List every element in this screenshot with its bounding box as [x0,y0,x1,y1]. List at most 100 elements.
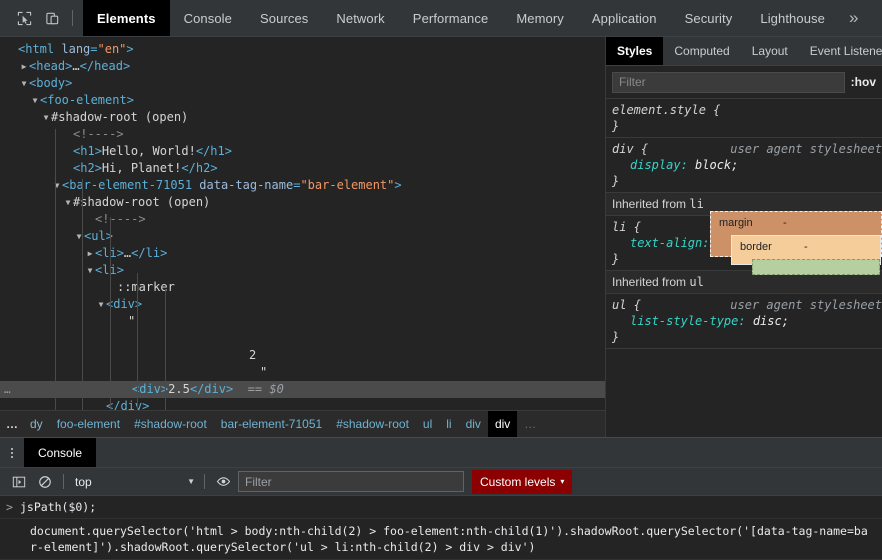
dom-tree[interactable]: < html lang = "en" > ▶ < head >… </head > ▼ < body > ▼ <… [0,37,605,410]
tab-console[interactable]: Console [170,0,246,36]
css-property-name[interactable]: display: [612,157,695,173]
dom-tree-row[interactable]: < html lang = "en" > [0,41,605,58]
breadcrumb-item--shadow-root[interactable]: #shadow-root [329,411,416,437]
tab-application[interactable]: Application [578,0,671,36]
tab-elements[interactable]: Elements [83,0,170,36]
css-rule[interactable]: user agent stylesheet ul {list-style-type… [606,294,882,349]
console-sidebar-toggle-button[interactable] [6,471,32,493]
tab-lighthouse[interactable]: Lighthouse [746,0,839,36]
css-property-name[interactable]: list-style-type: [612,313,753,329]
tab-drawer-console[interactable]: Console [24,438,97,467]
clear-console-button[interactable] [32,471,58,493]
box-model-border-value[interactable]: - [804,239,808,255]
twisty-expanded-icon[interactable]: ▼ [41,109,51,126]
execution-context-selector[interactable]: top ▼ [69,472,199,492]
console-log-levels-button[interactable]: Custom levels ▾ [472,469,573,494]
breadcrumb-item-dy[interactable]: dy [23,411,50,437]
dom-tree-row[interactable]: ▼ < bar-element-71051 data-tag-name = "bar-e… [0,177,605,194]
tab-styles[interactable]: Styles [606,37,664,65]
dom-tree-row[interactable]: " [0,313,605,330]
box-model-border[interactable]: border - [731,235,881,275]
box-model-margin-value[interactable]: - [783,215,787,231]
dom-tree-row[interactable]: ▼ #shadow-root (open) [0,109,605,126]
css-selector[interactable]: element.style { [612,103,720,117]
create-live-expression-button[interactable] [210,471,236,493]
tab-sources[interactable]: Sources [246,0,322,36]
box-model-padding[interactable] [752,259,880,275]
breadcrumb-item-li[interactable]: li [439,411,458,437]
dom-tree-row[interactable]: ▶<li>…</li> [0,245,605,262]
breadcrumb-item--shadow-root[interactable]: #shadow-root [127,411,214,437]
dom-tree-row[interactable]: ▼<li> [0,262,605,279]
dom-tree-row[interactable]: ▼ < body > [0,75,605,92]
dom-tree-row[interactable]: ▶ < head >… </head > [0,58,605,75]
css-declaration[interactable]: display: block; [612,157,882,173]
more-tabs-icon[interactable]: » [839,0,869,36]
css-rule[interactable]: user agent stylesheet div {display: block… [606,138,882,193]
css-declaration[interactable]: list-style-type: disc; [612,313,882,329]
dom-tree-row[interactable]: 2 [0,347,605,364]
drawer-menu-icon[interactable] [0,438,24,467]
styles-rules-list[interactable]: element.style {} user agent stylesheet div… [606,99,882,437]
device-toolbar-toggle-icon[interactable] [38,4,66,32]
dom-tree-row-selected[interactable]: …<div>2.5</div> == $0 [0,381,605,398]
breadcrumb-overflow[interactable]: … [2,411,23,437]
css-rule[interactable]: element.style {} [606,99,882,138]
twisty-expanded-icon[interactable]: ▼ [30,92,40,109]
css-selector[interactable]: li { [612,220,641,234]
css-property-name[interactable]: text-align: [612,235,717,251]
tab-performance[interactable]: Performance [399,0,503,36]
inspect-element-icon[interactable] [10,4,38,32]
css-selector[interactable]: ul { [612,298,641,312]
console-messages[interactable]: > jsPath($0); document.querySelector('ht… [0,496,882,560]
box-model-margin[interactable]: margin - border - [710,211,882,275]
twisty-expanded-icon[interactable]: ▼ [19,75,29,92]
dom-tree-row[interactable]: ▼<ul> [0,228,605,245]
tab-memory[interactable]: Memory [502,0,578,36]
breadcrumb-item-foo-element[interactable]: foo-element [50,411,127,437]
twisty-expanded-icon[interactable]: ▼ [85,262,95,279]
dom-tree-row[interactable]: ▼ #shadow-root (open) [0,194,605,211]
tab-security[interactable]: Security [671,0,747,36]
dom-token: <!----> [73,127,124,141]
console-input-entry[interactable]: > jsPath($0); [0,496,882,519]
twisty-collapsed-icon[interactable]: ▶ [85,245,95,262]
dom-tree-row[interactable]: </div > [0,398,605,410]
breadcrumb-item-div[interactable]: div [459,411,488,437]
dom-tree-row[interactable]: ::marker [0,279,605,296]
dom-tree-row[interactable]: <!----> [0,211,605,228]
toggle-element-state-button[interactable]: :hov [845,75,882,89]
twisty-expanded-icon[interactable]: ▼ [96,296,106,313]
dom-token: " [260,365,268,379]
dom-tree-row[interactable]: " [0,364,605,381]
dom-tree-row[interactable]: ▼<div> [0,296,605,313]
twisty-expanded-icon[interactable]: ▼ [63,194,73,211]
breadcrumb-tail-overflow[interactable]: … [517,411,544,437]
breadcrumb-item-div[interactable]: div [487,411,518,437]
tab-layout[interactable]: Layout [741,37,799,65]
console-filter-input[interactable] [238,471,464,492]
styles-filter-input[interactable] [612,71,845,93]
inherited-from-selector[interactable]: ul [689,275,703,289]
css-property-value[interactable]: disc; [753,314,789,328]
breadcrumb-item-bar-element-71051[interactable]: bar-element-71051 [214,411,329,437]
twisty-collapsed-icon[interactable]: ▶ [19,58,29,75]
dom-row-overflow-badge[interactable]: … [4,381,12,398]
inherited-from-selector[interactable]: li [689,197,703,211]
dom-tree-row[interactable]: < h1 > Hello, World! </h1 > [0,143,605,160]
css-selector[interactable]: div { [612,142,648,156]
breadcrumb-item-ul[interactable]: ul [416,411,439,437]
dom-token: 2.5 [168,382,190,396]
tab-network[interactable]: Network [322,0,398,36]
tab-computed[interactable]: Computed [663,37,740,65]
dom-tree-row[interactable]: ▼ < foo-element > [0,92,605,109]
inherited-from-text: Inherited from [612,197,690,211]
box-model-border-label: border [740,241,772,253]
twisty-expanded-icon[interactable]: ▼ [52,177,62,194]
dom-tree-row[interactable]: < h2 > Hi, Planet! </h2 > [0,160,605,177]
dom-tree-row[interactable] [0,330,605,347]
tab-event-listeners[interactable]: Event Listeners [799,37,882,65]
dom-token: "en" [97,42,127,56]
css-property-value[interactable]: block; [695,158,738,172]
dom-tree-row[interactable]: <!----> [0,126,605,143]
